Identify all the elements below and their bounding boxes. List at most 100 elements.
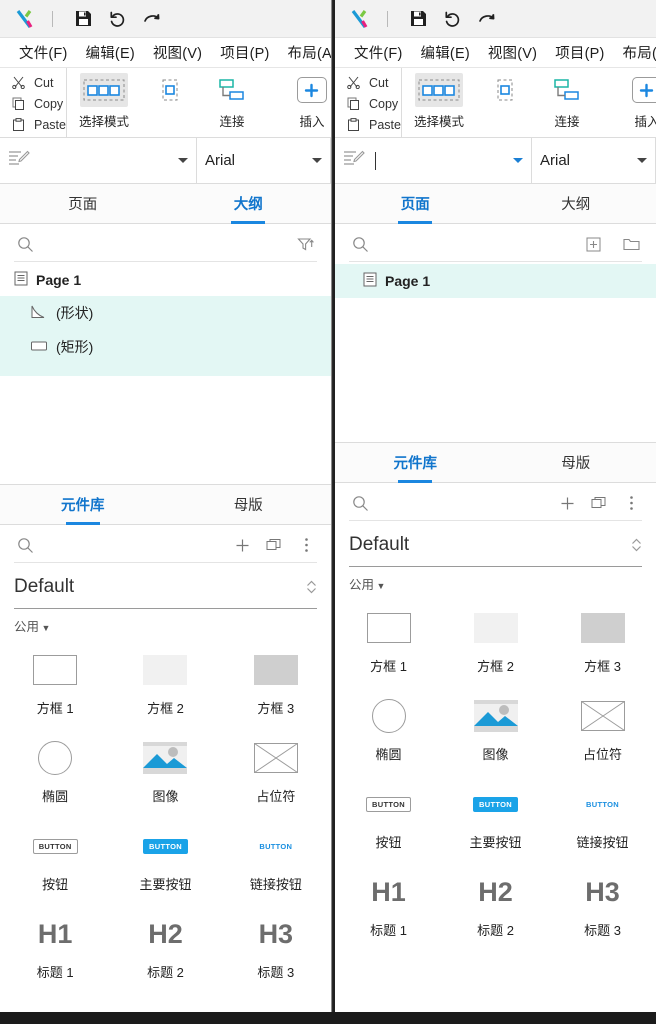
menu-item-layout[interactable]: 布局(A [614, 40, 656, 65]
cut-button[interactable]: Cut [8, 72, 66, 93]
widget-placeholder[interactable]: 占位符 [221, 727, 331, 815]
menu-item-edit[interactable]: 编辑(E) [412, 40, 479, 65]
widget-ellipse[interactable]: 椭圆 [335, 685, 442, 773]
more-vertical-icon[interactable] [295, 534, 317, 556]
tab-outline[interactable]: 大纲 [166, 184, 332, 223]
widget-box1[interactable]: 方框 1 [335, 597, 442, 685]
menu-item-project[interactable]: 项目(P) [211, 40, 278, 65]
search-icon[interactable] [349, 233, 371, 255]
search-icon[interactable] [349, 492, 371, 514]
menu-bar-front[interactable]: 文件(F) 编辑(E) 视图(V) 项目(P) 布局(A [335, 38, 656, 68]
tree-row-rectangle[interactable]: (矩形) [0, 330, 331, 364]
redo-icon[interactable] [134, 4, 168, 34]
widget-box3[interactable]: 方框 3 [549, 597, 656, 685]
axure-window-front[interactable]: 文件(F) 编辑(E) 视图(V) 项目(P) 布局(A Cut Copy Pa… [333, 0, 656, 1012]
save-icon[interactable] [401, 4, 435, 34]
widget-button[interactable]: BUTTON 按钮 [0, 815, 110, 903]
menu-item-file[interactable]: 文件(F) [10, 40, 77, 65]
outline-panel-tabs-front[interactable]: 页面 大纲 [335, 184, 656, 224]
insert-button[interactable]: 插入 [281, 68, 331, 130]
menu-item-view[interactable]: 视图(V) [479, 40, 546, 65]
cut-button[interactable]: Cut [343, 72, 401, 93]
tree-row-page[interactable]: Page 1 [335, 264, 656, 298]
chevron-down-icon[interactable] [637, 158, 647, 163]
tab-masters[interactable]: 母版 [166, 485, 332, 524]
widget-heading3[interactable]: H3 标题 3 [221, 903, 331, 991]
spinner-icon[interactable] [306, 579, 317, 595]
library-selector[interactable]: Default [349, 523, 642, 567]
widget-primary-button[interactable]: BUTTON 主要按钮 [442, 773, 549, 861]
add-folder-icon[interactable] [620, 233, 642, 255]
spinner-icon[interactable] [631, 537, 642, 553]
widget-box2[interactable]: 方框 2 [110, 639, 220, 727]
outline-panel-tabs-back[interactable]: 页面 大纲 [0, 184, 331, 224]
font-family-dropdown[interactable]: Arial [532, 138, 656, 183]
chevron-down-icon[interactable] [178, 158, 188, 163]
tab-masters[interactable]: 母版 [496, 443, 656, 482]
copy-button[interactable]: Copy [343, 93, 401, 114]
text-style-dropdown[interactable] [335, 138, 532, 183]
filter-sort-icon[interactable] [295, 233, 317, 255]
text-style-dropdown[interactable] [0, 138, 197, 183]
widget-heading3[interactable]: H3 标题 3 [549, 861, 656, 949]
chevron-down-icon[interactable] [513, 158, 523, 163]
tab-pages[interactable]: 页面 [335, 184, 496, 223]
widget-primary-button[interactable]: BUTTON 主要按钮 [110, 815, 220, 903]
widget-ellipse[interactable]: 椭圆 [0, 727, 110, 815]
widget-heading1[interactable]: H1 标题 1 [335, 861, 442, 949]
widget-image[interactable]: 图像 [110, 727, 220, 815]
connect-button[interactable]: 连接 [536, 68, 598, 130]
redo-icon[interactable] [469, 4, 503, 34]
widget-box2[interactable]: 方框 2 [442, 597, 549, 685]
menu-item-edit[interactable]: 编辑(E) [77, 40, 144, 65]
search-icon[interactable] [14, 534, 36, 556]
insert-button[interactable]: 插入 [616, 68, 656, 130]
widget-link-button[interactable]: BUTTON 链接按钮 [221, 815, 331, 903]
library-panel-tabs-front[interactable]: 元件库 母版 [335, 443, 656, 483]
tab-pages[interactable]: 页面 [0, 184, 166, 223]
library-panel-tabs-back[interactable]: 元件库 母版 [0, 485, 331, 525]
menu-item-file[interactable]: 文件(F) [345, 40, 412, 65]
undo-icon[interactable] [435, 4, 469, 34]
menu-item-layout[interactable]: 布局(A [279, 40, 331, 65]
plus-icon[interactable] [231, 534, 253, 556]
outline-search-input[interactable] [46, 236, 285, 252]
panes-icon[interactable] [263, 534, 285, 556]
widget-link-button[interactable]: BUTTON 链接按钮 [549, 773, 656, 861]
paste-button[interactable]: Paste [343, 114, 401, 135]
axure-window-back[interactable]: 文件(F) 编辑(E) 视图(V) 项目(P) 布局(A Cut Copy Pa… [0, 0, 332, 1012]
connector-button[interactable] [474, 68, 536, 125]
widget-box3[interactable]: 方框 3 [221, 639, 331, 727]
font-family-dropdown[interactable]: Arial [197, 138, 331, 183]
widget-heading2[interactable]: H2 标题 2 [442, 861, 549, 949]
menu-item-view[interactable]: 视图(V) [144, 40, 211, 65]
menu-bar-back[interactable]: 文件(F) 编辑(E) 视图(V) 项目(P) 布局(A [0, 38, 331, 68]
library-group-toggle[interactable]: 公用 ▼ [0, 609, 331, 639]
chevron-down-icon[interactable] [312, 158, 322, 163]
undo-icon[interactable] [100, 4, 134, 34]
connect-button[interactable]: 连接 [201, 68, 263, 130]
widget-button[interactable]: BUTTON 按钮 [335, 773, 442, 861]
library-selector[interactable]: Default [14, 565, 317, 609]
selection-mode-button[interactable]: 选择模式 [408, 68, 470, 130]
widget-grid-front[interactable]: 方框 1 方框 2 方框 3 椭圆 图像 占位符 BUTTON 按钮 BUTTON… [335, 597, 656, 949]
save-icon[interactable] [66, 4, 100, 34]
copy-button[interactable]: Copy [8, 93, 66, 114]
outline-tree-back[interactable]: Page 1 (形状) (矩形) [0, 264, 331, 484]
tab-outline[interactable]: 大纲 [496, 184, 656, 223]
tab-widget-library[interactable]: 元件库 [0, 485, 166, 524]
widget-placeholder[interactable]: 占位符 [549, 685, 656, 773]
search-icon[interactable] [14, 233, 36, 255]
tree-row-page[interactable]: Page 1 [0, 264, 331, 296]
add-page-icon[interactable] [582, 233, 604, 255]
plus-icon[interactable] [556, 492, 578, 514]
library-group-toggle[interactable]: 公用 ▼ [335, 567, 656, 597]
widget-heading1[interactable]: H1 标题 1 [0, 903, 110, 991]
connector-button[interactable] [139, 68, 201, 125]
tree-row-shape[interactable]: (形状) [0, 296, 331, 330]
widget-image[interactable]: 图像 [442, 685, 549, 773]
more-vertical-icon[interactable] [620, 492, 642, 514]
widget-grid-back[interactable]: 方框 1 方框 2 方框 3 椭圆 图像 占位符 BUTTON 按钮 BUTTON… [0, 639, 331, 991]
menu-item-project[interactable]: 项目(P) [546, 40, 613, 65]
widget-box1[interactable]: 方框 1 [0, 639, 110, 727]
